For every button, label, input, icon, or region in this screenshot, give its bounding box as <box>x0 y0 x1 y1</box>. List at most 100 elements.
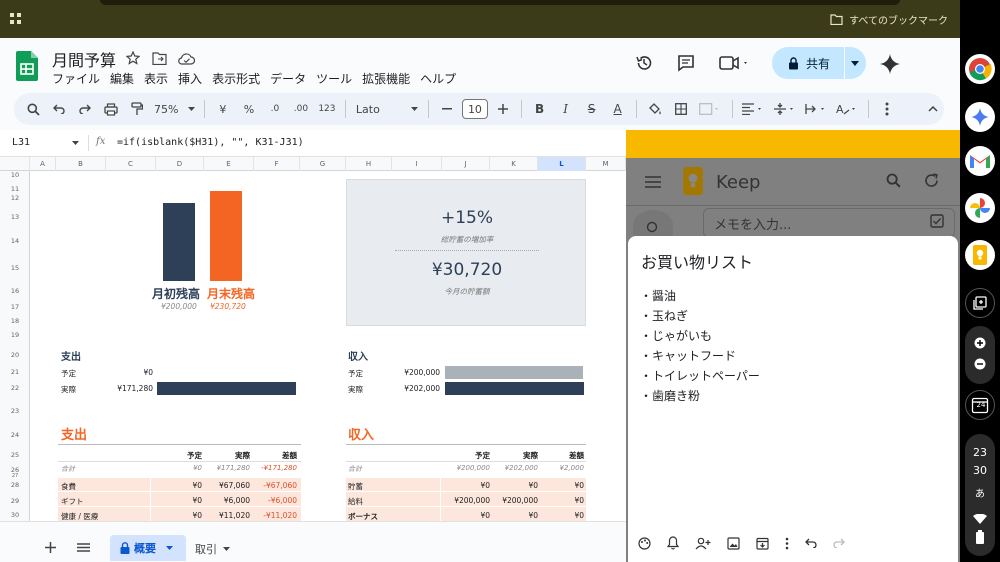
search-icon[interactable] <box>886 173 901 188</box>
gemini-sparkle-icon[interactable] <box>880 54 900 74</box>
row-header[interactable]: 11 <box>0 185 30 193</box>
row-header[interactable]: 25 <box>0 451 30 459</box>
chevron-down-icon[interactable] <box>851 60 860 66</box>
star-icon[interactable] <box>126 51 140 65</box>
menu-file[interactable]: ファイル <box>52 70 100 87</box>
fill-color-button[interactable] <box>644 98 666 120</box>
checkbox-icon[interactable] <box>930 214 944 228</box>
add-window-icon[interactable] <box>965 288 995 318</box>
decrease-decimal-button[interactable]: .0 <box>264 98 286 120</box>
zoom-select[interactable]: 75% <box>152 98 197 120</box>
more-vert-icon[interactable] <box>785 537 789 550</box>
row-header[interactable]: 15 <box>0 264 30 272</box>
text-color-button[interactable]: A <box>607 98 629 120</box>
refresh-icon[interactable] <box>924 173 939 188</box>
gemini-app-icon[interactable] <box>965 102 995 132</box>
row-header[interactable]: 13 <box>0 213 30 221</box>
merge-cells-button[interactable] <box>696 98 725 120</box>
font-select[interactable]: Lato <box>353 98 421 120</box>
row-header[interactable]: 19 <box>0 331 30 339</box>
document-title[interactable]: 月間予算 <box>52 47 116 71</box>
italic-button[interactable]: I <box>555 98 577 120</box>
currency-format-button[interactable]: ¥ <box>212 98 234 120</box>
note-title[interactable]: お買い物リスト <box>641 249 753 273</box>
percent-format-button[interactable]: % <box>238 98 260 120</box>
horizontal-align-button[interactable] <box>740 98 767 120</box>
vertical-align-button[interactable] <box>771 98 798 120</box>
row-header[interactable]: 28 <box>0 481 30 489</box>
borders-button[interactable] <box>670 98 692 120</box>
zoom-out-icon[interactable] <box>974 358 986 370</box>
row-header[interactable]: 30 <box>0 511 30 519</box>
undo-icon[interactable] <box>805 538 817 548</box>
note-body[interactable]: ・醤油 ・玉ねぎ ・じゃがいも ・キャットフード ・トイレットペーパー ・歯磨き… <box>640 286 760 406</box>
status-tray[interactable]: 23 30 あ <box>965 434 995 556</box>
reminder-bell-icon[interactable] <box>667 536 679 550</box>
redo-icon[interactable] <box>833 538 845 548</box>
note-card[interactable]: お買い物リスト ・醤油 ・玉ねぎ ・じゃがいも ・キャットフード ・トイレットペ… <box>628 236 958 562</box>
move-icon[interactable] <box>152 52 167 65</box>
paint-format-button[interactable] <box>126 98 148 120</box>
font-size-decrease-button[interactable] <box>436 98 458 120</box>
row-header[interactable]: 20 <box>0 351 30 359</box>
share-button[interactable]: 共有 <box>772 47 866 79</box>
archive-icon[interactable] <box>756 537 769 550</box>
hamburger-menu-icon[interactable] <box>645 176 661 188</box>
cloud-saved-icon[interactable] <box>178 52 195 65</box>
row-header[interactable]: 22 <box>0 384 30 392</box>
text-wrapping-button[interactable] <box>802 98 829 120</box>
more-formats-button[interactable]: 123 <box>316 98 338 120</box>
search-menus-button[interactable] <box>22 98 44 120</box>
menu-insert[interactable]: 挿入 <box>178 70 202 87</box>
column-header[interactable]: H <box>346 157 392 171</box>
column-header[interactable]: G <box>300 157 346 171</box>
menu-help[interactable]: ヘルプ <box>420 70 456 87</box>
palette-icon[interactable] <box>638 536 651 550</box>
row-header[interactable]: 14 <box>0 237 30 245</box>
keep-app-icon[interactable] <box>965 240 995 270</box>
font-size-input[interactable]: 10 <box>462 99 488 119</box>
row-header[interactable]: 21 <box>0 368 30 376</box>
row-header[interactable]: 16 <box>0 287 30 295</box>
row-header[interactable]: 23 <box>0 407 30 415</box>
undo-button[interactable] <box>48 98 70 120</box>
gmail-app-icon[interactable] <box>965 146 995 176</box>
increase-decimal-button[interactable]: .00 <box>290 98 312 120</box>
collapse-menus-button[interactable] <box>922 98 944 120</box>
calendar-button[interactable]: 24 <box>965 390 995 420</box>
column-header[interactable]: A <box>30 157 56 171</box>
font-size-increase-button[interactable] <box>492 98 514 120</box>
add-image-icon[interactable] <box>727 536 740 550</box>
menu-format[interactable]: 表示形式 <box>212 70 260 87</box>
caret-down-icon[interactable] <box>72 141 79 145</box>
all-sheets-icon[interactable] <box>77 543 90 552</box>
all-bookmarks-button[interactable]: すべてのブックマーク <box>830 12 948 27</box>
column-header-selected[interactable]: L <box>538 157 586 171</box>
column-header[interactable]: I <box>392 157 442 171</box>
row-header[interactable]: 24 <box>0 431 30 439</box>
version-history-icon[interactable] <box>635 54 653 72</box>
row-header[interactable]: 10 <box>0 171 30 179</box>
column-header[interactable]: K <box>490 157 538 171</box>
meet-video-icon[interactable] <box>719 55 749 71</box>
chrome-app-icon[interactable] <box>965 54 995 84</box>
row-header[interactable]: 27 <box>0 473 30 479</box>
more-options-button[interactable] <box>876 98 898 120</box>
print-button[interactable] <box>100 98 122 120</box>
menu-view[interactable]: 表示 <box>144 70 168 87</box>
sheet-grid[interactable]: 月初残高 月末残高 ¥200,000 ¥230,720 +15% 総貯蓄の増加率… <box>30 171 626 521</box>
formula-input[interactable]: =if(isblank($H31), "", K31-J31) <box>117 137 304 148</box>
photos-app-icon[interactable] <box>965 193 995 223</box>
redo-button[interactable] <box>74 98 96 120</box>
sheet-tab-transactions[interactable]: 取引 <box>195 541 230 557</box>
menu-data[interactable]: データ <box>270 70 306 87</box>
row-header[interactable]: 12 <box>0 194 30 202</box>
take-note-input[interactable]: メモを入力... <box>703 208 955 238</box>
strikethrough-button[interactable]: S <box>581 98 603 120</box>
add-collaborator-icon[interactable] <box>695 537 711 550</box>
name-box[interactable]: L31 <box>12 137 30 148</box>
sheets-logo-icon[interactable] <box>16 51 38 81</box>
column-header[interactable]: M <box>586 157 626 171</box>
select-all-corner[interactable] <box>0 157 30 171</box>
apps-grid-icon[interactable] <box>10 13 22 25</box>
